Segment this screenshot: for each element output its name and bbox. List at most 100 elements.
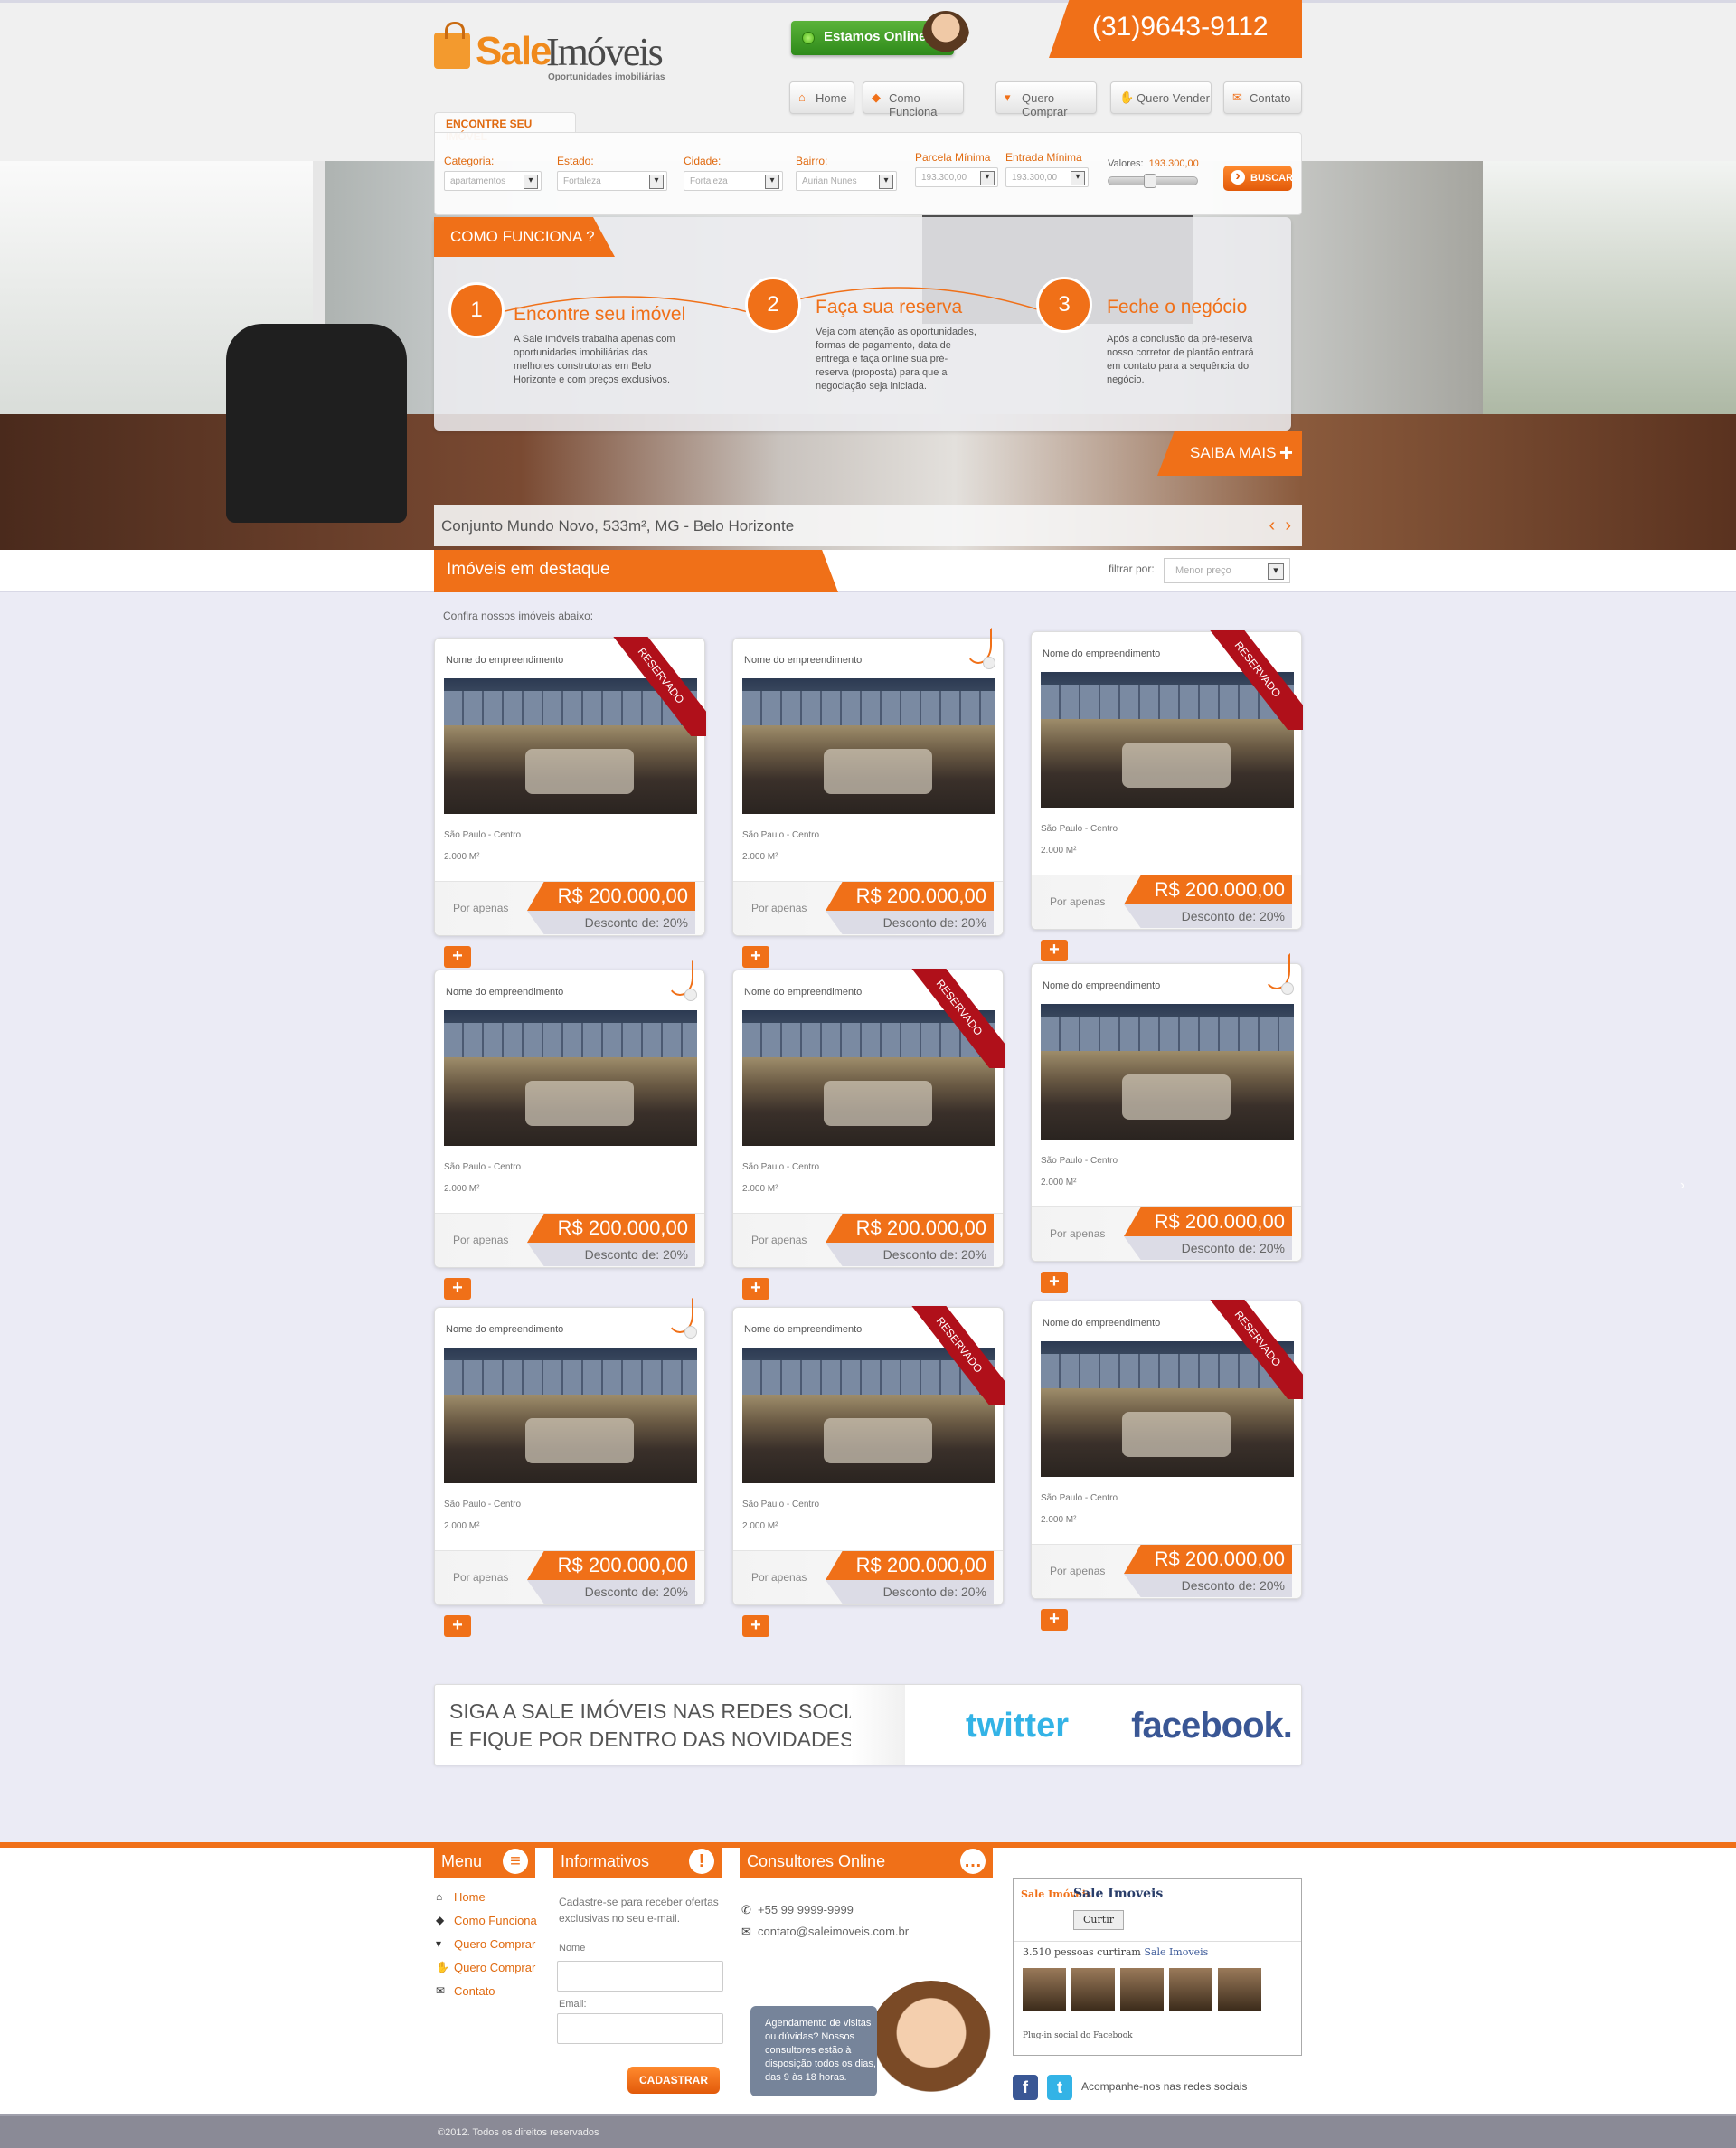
listing-name: Nome do empreendimento (744, 1324, 863, 1335)
fb-fan-avatar[interactable] (1218, 1968, 1261, 2011)
listing-price-box: Por apenas R$ 200.000,00 Desconto de: 20% (733, 881, 1003, 935)
copyright-bar: ©2012. Todos os direitos reservados (0, 2114, 1736, 2148)
footer-email[interactable]: ✉ contato@saleimoveis.com.br (741, 1925, 909, 1938)
select-parcela-minima[interactable]: 193.300,00 (915, 167, 998, 187)
saiba-mais-button[interactable]: SAIBA MAIS + (1157, 431, 1302, 476)
listing-card[interactable]: Nome do empreendimento São Paulo - Centro… (732, 969, 1005, 1300)
facebook-logo[interactable]: facebook. (1126, 1699, 1297, 1752)
listing-name: Nome do empreendimento (1043, 980, 1161, 991)
twitter-logo[interactable]: twitter (909, 1703, 1126, 1748)
add-button[interactable]: + (742, 946, 769, 968)
listing-por-apenas: Por apenas (751, 902, 807, 914)
add-button[interactable]: + (742, 1278, 769, 1300)
listing-price-box: Por apenas R$ 200.000,00 Desconto de: 20% (435, 1213, 704, 1267)
search-tab[interactable]: ENCONTRE SEU IMÓVEL (434, 112, 576, 143)
fb-like-button[interactable]: Curtir (1073, 1910, 1124, 1930)
slider-arrows[interactable]: ‹ › (1269, 516, 1291, 536)
add-button[interactable]: + (1041, 1609, 1068, 1631)
listing-discount: Desconto de: 20% (1124, 1574, 1292, 1597)
twitter-icon[interactable]: t (1047, 2075, 1072, 2100)
add-button[interactable]: + (444, 1615, 471, 1637)
field-cidade[interactable]: Cidade: Fortaleza (684, 155, 783, 191)
footer-menu-quero-comprar[interactable]: ▾ Quero Comprar (434, 1937, 542, 1961)
listing-card[interactable]: Nome do empreendimento São Paulo - Centro… (732, 628, 1004, 968)
copyright-text: ©2012. Todos os direitos reservados (438, 2127, 599, 2138)
listing-photo[interactable] (444, 1010, 697, 1146)
footer-menu-como-funciona[interactable]: ◆ Como Funciona (434, 1914, 542, 1937)
listing-por-apenas: Por apenas (453, 902, 509, 914)
select-entrada-minima[interactable]: 193.300,00 (1005, 167, 1089, 187)
chevron-right-icon[interactable]: › (1680, 1178, 1684, 1194)
listing-discount: Desconto de: 20% (826, 1243, 994, 1266)
chevron-left-icon[interactable]: ‹ (1269, 516, 1276, 535)
plus-icon: + (1278, 439, 1293, 466)
listing-card[interactable]: Nome do empreendimento São Paulo - Centro… (1031, 630, 1303, 961)
listing-card[interactable]: Nome do empreendimento São Paulo - Centro… (434, 960, 705, 1300)
listing-area: 2.000 M² (742, 1184, 778, 1194)
listing-card[interactable]: Nome do empreendimento São Paulo - Centro… (434, 1297, 705, 1637)
listing-card[interactable]: Nome do empreendimento São Paulo - Centro… (1031, 1300, 1303, 1631)
logo-sale: Sale (476, 29, 552, 73)
listing-card[interactable]: Nome do empreendimento São Paulo - Centro… (434, 637, 706, 968)
nav-quero-vender[interactable]: ✋ Quero Vender (1110, 81, 1212, 114)
select-cidade[interactable]: Fortaleza (684, 171, 783, 191)
select-categoria[interactable]: apartamentos (444, 171, 542, 191)
thumbs-up-icon: ✋ (436, 1961, 449, 1973)
footer-menu-home[interactable]: ⌂ Home (434, 1890, 542, 1914)
fb-page-name[interactable]: Sale Imoveis (1073, 1887, 1163, 1901)
listing-price: R$ 200.000,00 (1124, 1207, 1292, 1236)
listing-photo[interactable] (444, 1348, 697, 1483)
listing-name: Nome do empreendimento (744, 987, 863, 998)
fb-fan-avatar[interactable] (1169, 1968, 1212, 2011)
nav-quero-comprar[interactable]: ▾ Quero Comprar (995, 81, 1097, 118)
listing-card[interactable]: Nome do empreendimento São Paulo - Centro… (1031, 953, 1302, 1293)
listing-photo[interactable] (1041, 1004, 1294, 1140)
field-estado[interactable]: Estado: Fortaleza (557, 155, 667, 191)
facebook-icon[interactable]: f (1013, 2075, 1038, 2100)
chevron-right-icon[interactable]: › (1285, 516, 1291, 535)
buscar-button[interactable]: BUSCAR (1223, 166, 1293, 191)
logo[interactable]: Sale Imóveis Oportunidades imobiliárias (434, 20, 669, 85)
fb-fan-avatar[interactable] (1071, 1968, 1115, 2011)
add-button[interactable]: + (444, 1278, 471, 1300)
field-parcela-minima[interactable]: Parcela Mínima 193.300,00 (915, 151, 998, 187)
listing-area: 2.000 M² (444, 852, 480, 862)
cadastrar-button[interactable]: CADASTRAR (627, 2067, 720, 2094)
listing-name: Nome do empreendimento (744, 655, 863, 666)
menu-icon: ≡ (503, 1849, 528, 1874)
reserved-label: RESERVADO (905, 1306, 1005, 1405)
add-button[interactable]: + (742, 1615, 769, 1637)
select-estado[interactable]: Fortaleza (557, 171, 667, 191)
add-button[interactable]: + (444, 946, 471, 968)
footer-menu-contato[interactable]: ✉ Contato (434, 1984, 542, 2008)
listing-price-box: Por apenas R$ 200.000,00 Desconto de: 20% (1032, 875, 1301, 929)
home-icon: ⌂ (798, 90, 806, 104)
email-input[interactable] (557, 2013, 723, 2044)
listing-area: 2.000 M² (444, 1184, 480, 1194)
name-input[interactable] (557, 1961, 723, 1992)
listing-location: São Paulo - Centro (742, 1500, 820, 1509)
fb-fan-avatar[interactable] (1120, 1968, 1164, 2011)
nav-contato[interactable]: ✉ Contato (1223, 81, 1302, 114)
listing-por-apenas: Por apenas (751, 1571, 807, 1584)
listing-location: São Paulo - Centro (444, 1500, 522, 1509)
reserved-label: RESERVADO (1203, 630, 1303, 730)
filter-select[interactable]: Menor preço (1164, 558, 1290, 583)
listing-name: Nome do empreendimento (1043, 648, 1161, 659)
add-button[interactable]: + (1041, 1272, 1068, 1293)
footer-menu-quero-comprar-2[interactable]: ✋ Quero Comprar (434, 1961, 542, 1984)
field-bairro[interactable]: Bairro: Aurian Nunes (796, 155, 897, 191)
valores-slider[interactable] (1108, 174, 1198, 188)
slider-handle[interactable] (1144, 174, 1156, 188)
listing-photo[interactable] (742, 678, 995, 814)
listing-card[interactable]: Nome do empreendimento São Paulo - Centro… (732, 1306, 1005, 1637)
nav-como-funciona[interactable]: ◆ Como Funciona (863, 81, 964, 118)
fb-fan-avatar[interactable] (1023, 1968, 1066, 2011)
nav-home[interactable]: ⌂ Home (789, 81, 854, 114)
reserved-label: RESERVADO (905, 969, 1005, 1068)
field-categoria[interactable]: Categoria: apartamentos (444, 155, 542, 191)
add-button[interactable]: + (1041, 940, 1068, 961)
featured-intro: Confira nossos imóveis abaixo: (443, 610, 594, 622)
field-entrada-minima[interactable]: Entrada Mínima 193.300,00 (1005, 151, 1089, 187)
select-bairro[interactable]: Aurian Nunes (796, 171, 897, 191)
